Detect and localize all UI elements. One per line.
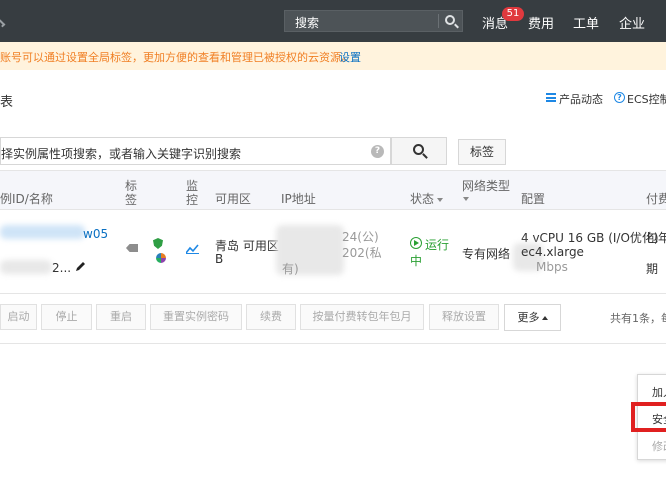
search-icon — [413, 144, 424, 155]
divider — [0, 343, 666, 344]
instance-name: 2... — [52, 261, 72, 275]
chevron-down-icon[interactable] — [463, 197, 469, 201]
release-settings-button[interactable]: 释放设置 — [429, 304, 499, 330]
dropdown-item-modify[interactable]: 修改 — [652, 438, 666, 454]
status-running-line2: 中 — [410, 254, 423, 268]
zone-value: 青岛 可用区 — [215, 239, 279, 253]
highlight-box — [631, 402, 666, 432]
global-search-input[interactable]: 搜索 — [295, 14, 319, 31]
global-search-box[interactable]: 搜索 — [284, 10, 463, 32]
question-icon[interactable]: ? — [371, 145, 384, 158]
table-header — [0, 170, 666, 210]
config-instance-type: ec4.xlarge — [521, 245, 584, 259]
column-ip: IP地址 — [281, 192, 316, 206]
notice-message: 账号可以通过设置全局标签，更加方便的查看和管理已被授权的云资源。 — [0, 51, 352, 64]
renew-button[interactable]: 续费 — [246, 304, 296, 330]
config-spec: 4 vCPU 16 GB (I/O优化) — [521, 231, 659, 245]
payment-type-line2: 期 — [646, 262, 659, 276]
column-status-label: 状态 — [410, 192, 435, 206]
tag-button[interactable]: 标签 — [458, 139, 506, 165]
start-button[interactable]: 启动 — [0, 304, 37, 330]
column-tag-line2: 签 — [125, 193, 138, 207]
running-icon — [410, 237, 422, 249]
more-button-label: 更多 — [517, 311, 540, 324]
instance-search-input[interactable]: 择实例属性项搜索，或者输入关键字识别搜索 ? — [0, 137, 391, 165]
reset-password-button[interactable]: 重置实例密码 — [150, 304, 242, 330]
column-zone: 可用区 — [215, 192, 252, 206]
redacted-instance-name — [0, 260, 52, 274]
network-type-value: 专有网络 — [462, 247, 511, 261]
product-news-link[interactable]: 产品动态 — [559, 91, 603, 107]
dropdown-item-join[interactable]: 加入 — [652, 384, 666, 400]
search-separator — [438, 14, 439, 28]
chart-icon[interactable] — [186, 244, 199, 254]
pencil-icon[interactable] — [75, 260, 87, 272]
column-config: 配置 — [521, 192, 546, 206]
search-button[interactable] — [391, 137, 447, 165]
chevron-left-icon[interactable] — [0, 14, 6, 28]
ecs-console-link[interactable]: ECS控制 — [627, 91, 666, 107]
chevron-up-icon — [541, 316, 548, 320]
redacted-instance-id — [0, 225, 85, 239]
search-icon[interactable] — [445, 15, 455, 25]
convert-billing-button[interactable]: 按量付费转包年包月 — [300, 304, 424, 330]
stop-button[interactable]: 停止 — [41, 304, 92, 330]
status-running: 运行 — [425, 238, 450, 252]
column-network-type: 网络类型 — [462, 179, 511, 193]
private-ip: 202(私 — [342, 246, 382, 260]
more-button[interactable]: 更多 — [504, 304, 561, 331]
nav-enterprise[interactable]: 企业 — [619, 13, 645, 32]
nav-tickets[interactable]: 工单 — [573, 13, 599, 32]
public-ip: 24(公) — [342, 230, 379, 244]
notice-settings-link[interactable]: 设置 — [339, 49, 361, 65]
search-placeholder: 择实例属性项搜索，或者输入关键字识别搜索 — [1, 147, 242, 161]
global-tag-notice: 账号可以通过设置全局标签，更加方便的查看和管理已被授权的云资源。 设置 — [0, 42, 666, 70]
chevron-down-icon[interactable] — [437, 197, 444, 202]
column-id-name: 例ID/名称 — [0, 192, 53, 206]
page-title: 表 — [0, 95, 14, 110]
gear-icon[interactable] — [156, 253, 166, 263]
nav-billing[interactable]: 费用 — [528, 13, 554, 32]
column-payment: 付费 — [646, 192, 666, 206]
total-count: 共有1条，每 — [610, 312, 666, 325]
help-circle-icon: ? — [614, 92, 625, 103]
column-status[interactable]: 状态 — [410, 190, 444, 207]
instance-id-link[interactable]: w05 — [83, 227, 108, 241]
messages-count-badge: 51 — [502, 7, 524, 21]
config-bandwidth: Mbps — [536, 260, 568, 274]
private-ip-suffix: 有) — [282, 262, 299, 276]
zone-value-line2: B — [215, 252, 224, 266]
column-monitor-line2: 控 — [186, 193, 199, 207]
payment-type: 包年 — [646, 231, 666, 245]
restart-button[interactable]: 重启 — [96, 304, 146, 330]
list-icon — [546, 93, 556, 102]
